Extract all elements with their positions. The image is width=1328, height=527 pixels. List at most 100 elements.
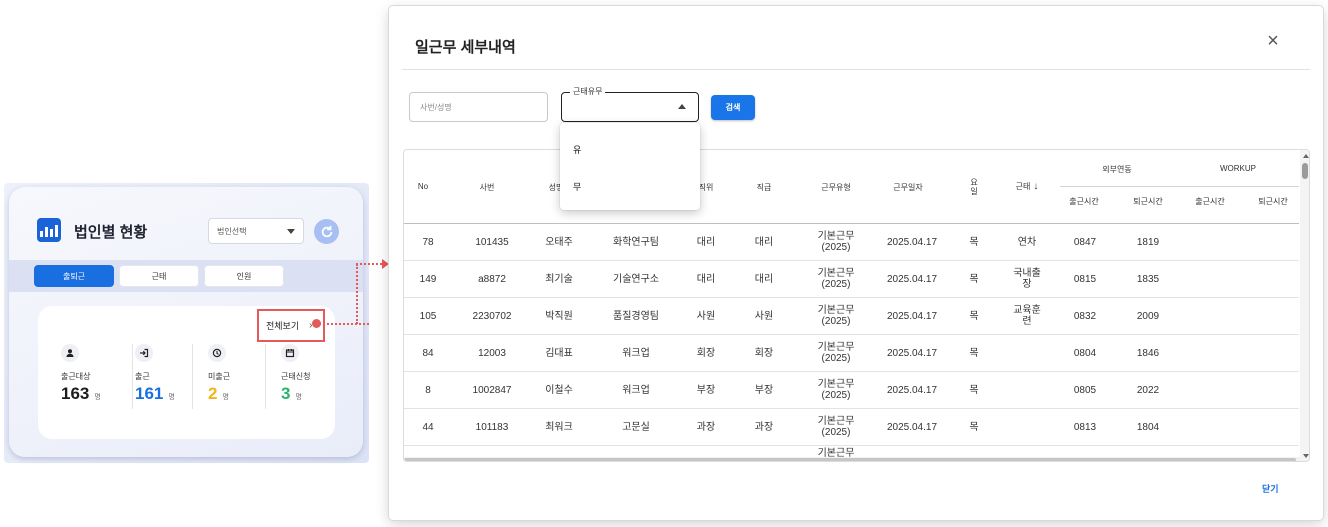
stat-unit: 명 — [222, 394, 229, 401]
col-group-workup: WORKUP — [1220, 164, 1256, 173]
cell-dept: 워크업 — [622, 347, 650, 359]
corp-select[interactable]: 법인선택 — [208, 218, 304, 244]
stat-value: 3명 — [281, 384, 302, 404]
stat-leave-request: 근태신청 3명 — [281, 344, 356, 416]
cell-weekday: 목 — [969, 273, 979, 285]
callout-arrow-icon — [382, 259, 389, 269]
refresh-icon — [321, 225, 332, 237]
col-workup-clock-out: 퇴근시간 — [1258, 197, 1288, 206]
stat-value: 161 명 — [135, 384, 175, 404]
search-button[interactable]: 검색 — [711, 95, 755, 120]
table-row[interactable]: 149 a8872 최기술 기술연구소 대리 대리 기본근무 (2025) 20… — [404, 261, 1299, 298]
stat-not-in: 미출근 2명 — [208, 344, 283, 416]
cell-no: 149 — [419, 273, 437, 285]
col-ext-clock-out: 퇴근시간 — [1133, 197, 1163, 206]
cell-name: 박직원 — [545, 310, 573, 322]
cell-work-type: 기본근무 (2025) — [817, 231, 855, 253]
stat-label: 출근대상 — [61, 372, 91, 381]
scroll-down-icon[interactable] — [1303, 454, 1309, 458]
col-ext-clock-in: 출근시간 — [1069, 197, 1099, 206]
col-emp-id: 사번 — [479, 183, 495, 192]
cell-position: 대리 — [696, 236, 716, 248]
table-row[interactable]: 105 2230702 박직원 품질경영팀 사원 사원 기본근무 (2025) … — [404, 298, 1299, 335]
tabs-bar: 출퇴근 근태 인원 — [9, 260, 363, 292]
stat-unit: 명 — [94, 394, 101, 401]
cell-ext-out: 1819 — [1136, 236, 1160, 248]
cell-no: 105 — [419, 310, 437, 322]
stat-value: 2명 — [208, 384, 229, 404]
tab-commute[interactable]: 출퇴근 — [34, 265, 114, 287]
cell-work-date: 2025.04.17 — [886, 310, 938, 322]
dropdown-option-no[interactable]: 무 — [573, 180, 581, 193]
login-icon — [135, 344, 153, 362]
stat-number: 2 — [208, 384, 218, 403]
col-attendance[interactable]: 근태 ↓ — [1016, 181, 1039, 192]
cell-name: 김대표 — [545, 347, 573, 359]
col-attendance-label: 근태 — [1015, 182, 1031, 191]
cell-no: 78 — [422, 236, 434, 248]
card-title: 법인별 현황 — [74, 224, 148, 241]
cell-attendance: 연차 — [1017, 236, 1037, 248]
tab-headcount[interactable]: 인원 — [204, 265, 284, 287]
close-icon[interactable]: × — [1264, 31, 1282, 51]
detail-table: No 사번 성명 직위 직급 근무유형 근무일자 요일 근태 ↓ 외부연동 WOR… — [403, 149, 1310, 462]
cell-work-type: 기본근무 (2025) — [817, 379, 855, 401]
col-workup-clock-in: 출근시간 — [1195, 197, 1225, 206]
cell-attendance — [1012, 409, 1042, 445]
divider — [402, 69, 1310, 70]
cell-work-type: 기본근무 (2025) — [817, 305, 855, 327]
cell-work-date: 2025.04.17 — [886, 421, 938, 433]
table-row[interactable]: 44 101183 최워크 고문실 과장 과장 기본근무 (2025) 2025… — [404, 409, 1299, 446]
cell-ext-in: 0815 — [1073, 273, 1097, 285]
cell-ext-out: 1846 — [1136, 347, 1160, 359]
stat-number: 3 — [281, 384, 291, 403]
cell-dept: 워크업 — [622, 384, 650, 396]
cell-no: 44 — [422, 421, 434, 433]
cell-attendance: 국내출장 — [1013, 268, 1041, 290]
attendance-select[interactable]: 근태유무 — [561, 86, 699, 122]
cell-work-date: 2025.04.17 — [886, 273, 938, 285]
stat-label: 출근 — [135, 372, 150, 381]
divider — [265, 344, 266, 409]
cell-emp-id: 12003 — [478, 347, 506, 359]
cell-dept: 기술연구소 — [613, 273, 659, 285]
table-row[interactable]: 84 12003 김대표 워크업 회장 회장 기본근무 (2025) 2025.… — [404, 335, 1299, 372]
cell-weekday: 목 — [969, 421, 979, 433]
dropdown-option-yes[interactable]: 유 — [573, 143, 581, 156]
table-row[interactable]: 8 1002847 이철수 워크업 부장 부장 기본근무 (2025) 2025… — [404, 372, 1299, 409]
cell-dept: 화학연구팀 — [613, 236, 659, 248]
refresh-button[interactable] — [314, 219, 339, 244]
cell-weekday: 목 — [969, 384, 979, 396]
vertical-scrollbar[interactable] — [1300, 150, 1309, 461]
clock-icon — [208, 344, 226, 362]
cell-ext-out: 1835 — [1136, 273, 1160, 285]
cell-ext-in: 0804 — [1073, 347, 1097, 359]
table-row[interactable]: 78 101435 오태주 화학연구팀 대리 대리 기본근무 (2025) 20… — [404, 224, 1299, 261]
close-button[interactable]: 닫기 — [1262, 482, 1279, 495]
stat-clock-in: 출근 161 명 — [135, 344, 210, 416]
callout-line — [356, 264, 358, 324]
stat-number: 163 — [61, 384, 90, 403]
scroll-thumb[interactable] — [1302, 163, 1308, 179]
person-icon — [61, 344, 79, 362]
arrow-down-icon: ↓ — [1033, 181, 1039, 192]
cell-emp-id: 101183 — [475, 421, 509, 433]
callout-line — [319, 323, 369, 325]
cell-rank: 대리 — [754, 236, 774, 248]
screenshot-stage: 법인별 현황 법인선택 출퇴근 근태 인원 전체보기 › 출근대상 163 명 … — [0, 0, 1328, 527]
cell-rank: 대리 — [754, 273, 774, 285]
search-placeholder: 사번/성명 — [420, 102, 452, 112]
cell-ext-in: 0847 — [1073, 236, 1097, 248]
scroll-thumb[interactable] — [404, 458, 1296, 461]
search-input[interactable]: 사번/성명 — [409, 92, 548, 122]
stat-value: 163 명 — [61, 384, 101, 404]
caret-up-icon — [678, 104, 686, 109]
cell-name: 이철수 — [545, 384, 573, 396]
corp-status-card: 법인별 현황 법인선택 출퇴근 근태 인원 전체보기 › 출근대상 163 명 … — [9, 187, 363, 457]
stat-target: 출근대상 163 명 — [61, 344, 136, 416]
cell-rank: 사원 — [754, 310, 774, 322]
tab-attendance[interactable]: 근태 — [119, 265, 199, 287]
stat-unit: 명 — [295, 394, 302, 401]
scroll-up-icon[interactable] — [1303, 154, 1309, 158]
horizontal-scrollbar[interactable] — [404, 457, 1300, 461]
